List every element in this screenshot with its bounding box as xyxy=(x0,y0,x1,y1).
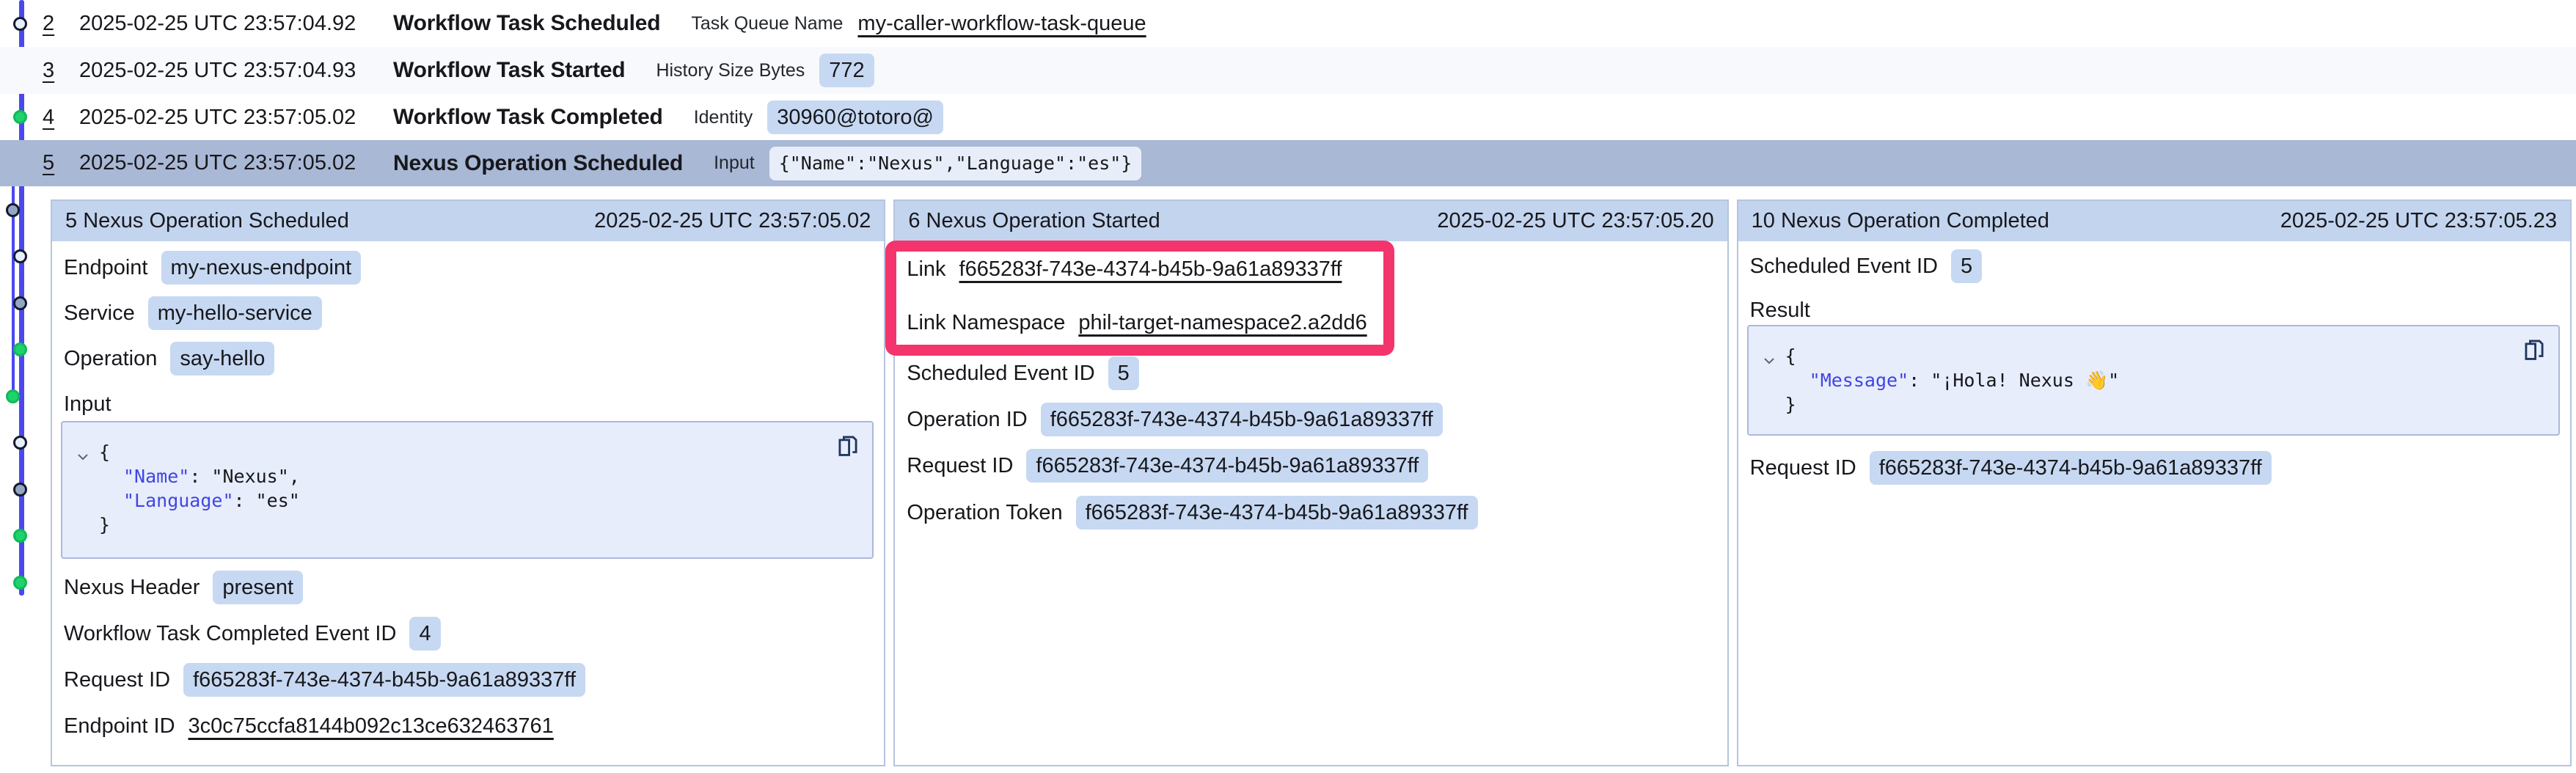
panel-nexus-operation-completed: 10 Nexus Operation Completed 2025-02-25 … xyxy=(1737,199,2572,766)
event-timestamp: 2025-02-25 UTC 23:57:04.92 xyxy=(79,12,393,36)
panel-nexus-operation-scheduled: 5 Nexus Operation Scheduled 2025-02-25 U… xyxy=(51,199,885,766)
event-id-link[interactable]: 5 xyxy=(43,151,65,175)
code-line: { xyxy=(99,440,857,464)
panel-timestamp: 2025-02-25 UTC 23:57:05.02 xyxy=(594,209,871,233)
panel-title: 10 Nexus Operation Completed xyxy=(1752,209,2049,233)
event-row-2[interactable]: 2 2025-02-25 UTC 23:57:04.92 Workflow Ta… xyxy=(0,0,2576,47)
request-id-label: Request ID xyxy=(1750,456,1856,480)
timeline-dot xyxy=(13,576,27,590)
timeline-dot xyxy=(6,389,20,403)
code-line: } xyxy=(99,513,857,537)
panel-body: Scheduled Event ID 5 Result { "Message":… xyxy=(1738,241,2570,765)
task-queue-link[interactable]: my-caller-workflow-task-queue xyxy=(857,12,1146,36)
event-attr-label: Input xyxy=(714,153,755,174)
input-code-block: { "Name": "Nexus", "Language": "es" } xyxy=(61,421,874,559)
code-line: "Message": "¡Hola! Nexus 👋" xyxy=(1785,368,2544,392)
link-namespace-link[interactable]: phil-target-namespace2.a2dd6 xyxy=(1078,311,1366,335)
chevron-down-icon[interactable] xyxy=(76,446,90,461)
code-line: } xyxy=(1785,392,2544,417)
code-line: "Name": "Nexus", xyxy=(99,464,857,488)
history-size-badge: 772 xyxy=(819,54,874,87)
event-row-4[interactable]: 4 2025-02-25 UTC 23:57:05.02 Workflow Ta… xyxy=(0,94,2576,141)
chevron-down-icon[interactable] xyxy=(1762,350,1777,364)
panel-header: 10 Nexus Operation Completed 2025-02-25 … xyxy=(1738,201,2570,241)
scheduled-event-id-badge: 5 xyxy=(1108,356,1139,390)
workflow-event-history-view: 2 2025-02-25 UTC 23:57:04.92 Workflow Ta… xyxy=(0,0,2576,773)
operation-label: Operation xyxy=(64,347,157,371)
endpoint-badge: my-nexus-endpoint xyxy=(161,251,362,285)
panel-body: Link f665283f-743e-4374-b45b-9a61a89337f… xyxy=(895,241,1727,765)
timeline-dot xyxy=(13,296,27,310)
event-id-link[interactable]: 4 xyxy=(43,106,65,130)
event-attr-label: History Size Bytes xyxy=(656,60,805,81)
copy-icon[interactable] xyxy=(834,431,862,459)
endpoint-id-label: Endpoint ID xyxy=(64,714,175,739)
panel-header: 5 Nexus Operation Scheduled 2025-02-25 U… xyxy=(52,201,884,241)
event-id-link[interactable]: 2 xyxy=(43,12,65,36)
result-label: Result xyxy=(1750,298,1810,323)
nexus-header-badge: present xyxy=(213,571,303,604)
timeline-branch-line xyxy=(12,163,15,396)
link-label: Link xyxy=(907,257,945,282)
input-json-badge: {"Name":"Nexus","Language":"es"} xyxy=(769,147,1142,180)
panel-header: 6 Nexus Operation Started 2025-02-25 UTC… xyxy=(895,201,1727,241)
panel-body: Endpoint my-nexus-endpoint Service my-he… xyxy=(52,241,884,765)
wtc-event-id-label: Workflow Task Completed Event ID xyxy=(64,622,396,646)
panel-nexus-operation-started: 6 Nexus Operation Started 2025-02-25 UTC… xyxy=(893,199,1728,766)
event-name: Workflow Task Completed xyxy=(393,105,663,130)
event-timestamp: 2025-02-25 UTC 23:57:05.02 xyxy=(79,151,393,175)
code-line: "Language": "es" xyxy=(99,488,857,513)
request-id-label: Request ID xyxy=(64,668,170,692)
panel-title: 6 Nexus Operation Started xyxy=(908,209,1160,233)
wtc-event-id-badge: 4 xyxy=(409,617,440,651)
operation-badge: say-hello xyxy=(170,342,274,375)
timeline-dot xyxy=(13,483,27,497)
operation-token-label: Operation Token xyxy=(907,501,1062,525)
scheduled-event-id-badge: 5 xyxy=(1951,249,1982,283)
event-name: Workflow Task Scheduled xyxy=(393,11,660,36)
operation-id-badge: f665283f-743e-4374-b45b-9a61a89337ff xyxy=(1041,403,1443,436)
scheduled-event-id-label: Scheduled Event ID xyxy=(907,362,1094,386)
identity-badge: 30960@totoro@ xyxy=(767,100,943,134)
nexus-header-label: Nexus Header xyxy=(64,576,200,600)
timeline-dot xyxy=(13,342,27,356)
request-id-badge: f665283f-743e-4374-b45b-9a61a89337ff xyxy=(1026,449,1428,483)
event-timestamp: 2025-02-25 UTC 23:57:04.93 xyxy=(79,59,393,83)
timeline-dot xyxy=(13,436,27,450)
event-row-3[interactable]: 3 2025-02-25 UTC 23:57:04.93 Workflow Ta… xyxy=(0,47,2576,94)
operation-token-badge: f665283f-743e-4374-b45b-9a61a89337ff xyxy=(1076,496,1478,530)
link-namespace-label: Link Namespace xyxy=(907,311,1065,335)
link-value-link[interactable]: f665283f-743e-4374-b45b-9a61a89337ff xyxy=(959,257,1342,282)
event-attr-label: Identity xyxy=(694,107,753,128)
timeline-dot xyxy=(13,529,27,543)
scheduled-event-id-label: Scheduled Event ID xyxy=(1750,254,1938,279)
request-id-badge: f665283f-743e-4374-b45b-9a61a89337ff xyxy=(1870,451,2272,485)
operation-id-label: Operation ID xyxy=(907,408,1027,432)
event-name: Nexus Operation Scheduled xyxy=(393,151,683,176)
panel-timestamp: 2025-02-25 UTC 23:57:05.20 xyxy=(1437,209,1713,233)
event-name: Workflow Task Started xyxy=(393,58,625,83)
panel-timestamp: 2025-02-25 UTC 23:57:05.23 xyxy=(2280,209,2557,233)
request-id-label: Request ID xyxy=(907,454,1013,478)
timeline-dot xyxy=(13,249,27,263)
event-row-5-selected[interactable]: 5 2025-02-25 UTC 23:57:05.02 Nexus Opera… xyxy=(0,140,2576,186)
event-detail-panels: 5 Nexus Operation Scheduled 2025-02-25 U… xyxy=(51,199,2572,765)
event-timestamp: 2025-02-25 UTC 23:57:05.02 xyxy=(79,106,393,130)
endpoint-label: Endpoint xyxy=(64,256,148,280)
input-label: Input xyxy=(64,392,111,417)
panel-title: 5 Nexus Operation Scheduled xyxy=(65,209,349,233)
event-id-link[interactable]: 3 xyxy=(43,59,65,83)
service-label: Service xyxy=(64,301,135,326)
event-attr-label: Task Queue Name xyxy=(691,13,843,34)
service-badge: my-hello-service xyxy=(148,296,322,330)
timeline-dot xyxy=(6,203,20,217)
copy-icon[interactable] xyxy=(2520,335,2548,363)
request-id-badge: f665283f-743e-4374-b45b-9a61a89337ff xyxy=(183,663,585,697)
result-code-block: { "Message": "¡Hola! Nexus 👋" } xyxy=(1747,325,2560,436)
endpoint-id-link[interactable]: 3c0c75ccfa8144b092c13ce632463761 xyxy=(189,714,554,739)
code-line: { xyxy=(1785,344,2544,368)
